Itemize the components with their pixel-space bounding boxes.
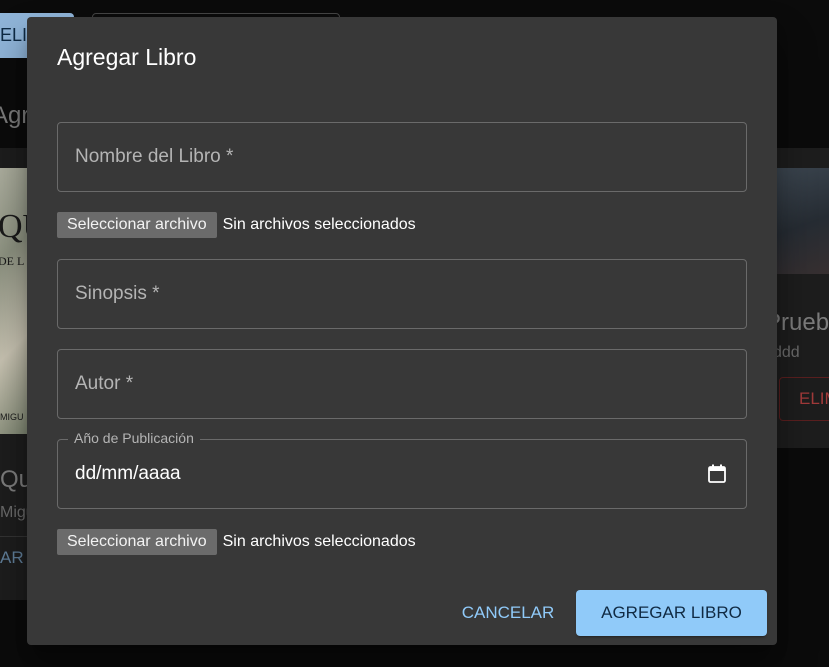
calendar-icon[interactable] [708, 464, 726, 483]
cancel-button[interactable]: CANCELAR [438, 591, 578, 635]
book-file-input[interactable]: Seleccionar archivo Sin archivos selecci… [57, 529, 416, 555]
book-cover-image: QU DE L MIGU [0, 168, 40, 434]
book-action-button: AR [0, 548, 24, 567]
book-title: PruebaS3 [775, 309, 829, 336]
cover-subtitle-text: DE L [0, 254, 25, 268]
book-name-placeholder: Nombre del Libro * [75, 146, 234, 167]
background-book-card-right: PruebaS3 ddd ELIM [775, 148, 829, 448]
add-book-dialog: Agregar Libro Nombre del Libro * Selecci… [27, 17, 777, 645]
author-placeholder: Autor * [75, 373, 134, 394]
select-file-button[interactable]: Seleccionar archivo [57, 212, 217, 238]
file-status-text: Sin archivos seleccionados [222, 533, 416, 550]
publication-date-label: Año de Publicación [68, 430, 200, 446]
author-input[interactable]: Autor * [57, 349, 747, 419]
book-name-input[interactable]: Nombre del Libro * [57, 122, 747, 192]
synopsis-placeholder: Sinopsis * [75, 283, 160, 304]
cover-author-text: MIGU [0, 412, 24, 422]
cover-file-input[interactable]: Seleccionar archivo Sin archivos selecci… [57, 212, 416, 238]
book-author: ddd [775, 344, 800, 361]
book-cover-image [775, 168, 829, 274]
publication-date-value: dd/mm/aaaa [75, 463, 181, 484]
synopsis-input[interactable]: Sinopsis * [57, 259, 747, 329]
add-book-button[interactable]: AGREGAR LIBRO [576, 590, 767, 636]
select-file-button[interactable]: Seleccionar archivo [57, 529, 217, 555]
file-status-text: Sin archivos seleccionados [222, 216, 416, 233]
book-delete-button: ELIM [779, 377, 829, 421]
dialog-title: Agregar Libro [57, 44, 197, 70]
publication-date-input[interactable]: Año de Publicación dd/mm/aaaa [57, 430, 747, 509]
